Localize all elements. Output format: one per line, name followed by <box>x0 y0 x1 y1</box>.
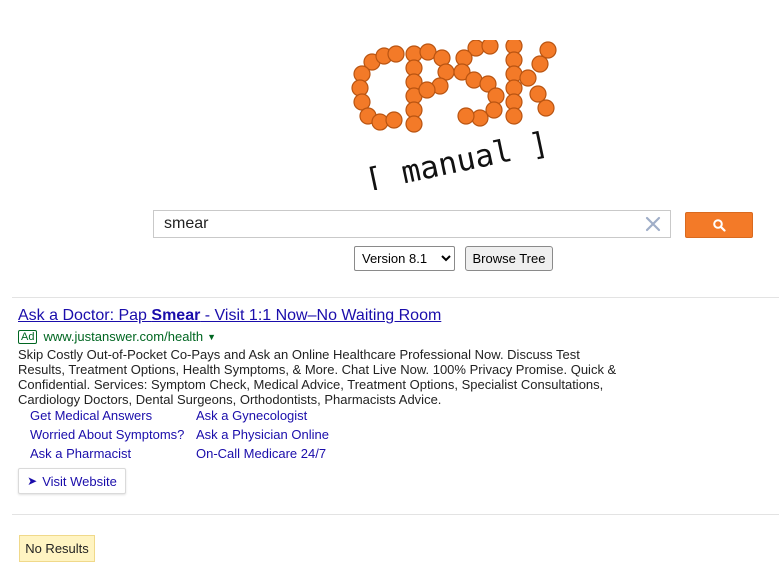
logo-tagline: [ manual ] <box>362 125 552 190</box>
search-box <box>153 210 671 238</box>
divider <box>12 297 779 298</box>
close-icon[interactable] <box>644 214 662 234</box>
sitelink-get-medical-answers[interactable]: Get Medical Answers <box>30 407 196 424</box>
ad-title-suffix: - Visit 1:1 Now–No Waiting Room <box>200 307 442 324</box>
visit-website-label: Visit Website <box>42 473 117 489</box>
visit-website-button[interactable]: ➤ Visit Website <box>18 468 126 494</box>
ad-badge: Ad <box>18 329 38 344</box>
sitelink-worried-about-symptoms[interactable]: Worried About Symptoms? <box>30 426 196 443</box>
sitelink-ask-a-pharmacist[interactable]: Ask a Pharmacist <box>30 445 196 462</box>
ad-title-prefix: Ask a Doctor: Pap <box>18 307 152 324</box>
ad-block: Ask a Doctor: Pap Smear - Visit 1:1 Now–… <box>18 306 638 407</box>
browse-tree-button[interactable]: Browse Tree <box>465 246 553 271</box>
ad-url-line: Ad www.justanswer.com/health ▼ <box>18 328 638 345</box>
version-select[interactable]: Version 8.1 <box>354 246 455 271</box>
search-button[interactable] <box>685 212 753 238</box>
sitelink-ask-a-physician-online[interactable]: Ask a Physician Online <box>196 426 356 443</box>
sitelink-ask-a-gynecologist[interactable]: Ask a Gynecologist <box>196 407 356 424</box>
search-icon <box>712 218 726 232</box>
ad-title-highlight: Smear <box>151 307 201 324</box>
logo-brand-letters <box>351 40 557 133</box>
dropdown-arrow-icon[interactable]: ▼ <box>207 332 216 342</box>
arrow-right-icon: ➤ <box>27 474 38 488</box>
divider <box>12 514 779 515</box>
no-results-badge: No Results <box>19 535 95 562</box>
ad-description: Skip Costly Out-of-Pocket Co-Pays and As… <box>18 347 617 407</box>
sitelink-on-call-medicare[interactable]: On-Call Medicare 24/7 <box>196 445 356 462</box>
ad-title-link[interactable]: Ask a Doctor: Pap Smear - Visit 1:1 Now–… <box>18 306 638 326</box>
cpsk-logo: [ manual ] <box>351 40 557 190</box>
ad-display-url[interactable]: www.justanswer.com/health <box>43 329 203 344</box>
search-input[interactable] <box>154 211 634 237</box>
ad-sitelinks: Get Medical Answers Ask a Gynecologist W… <box>30 407 356 462</box>
